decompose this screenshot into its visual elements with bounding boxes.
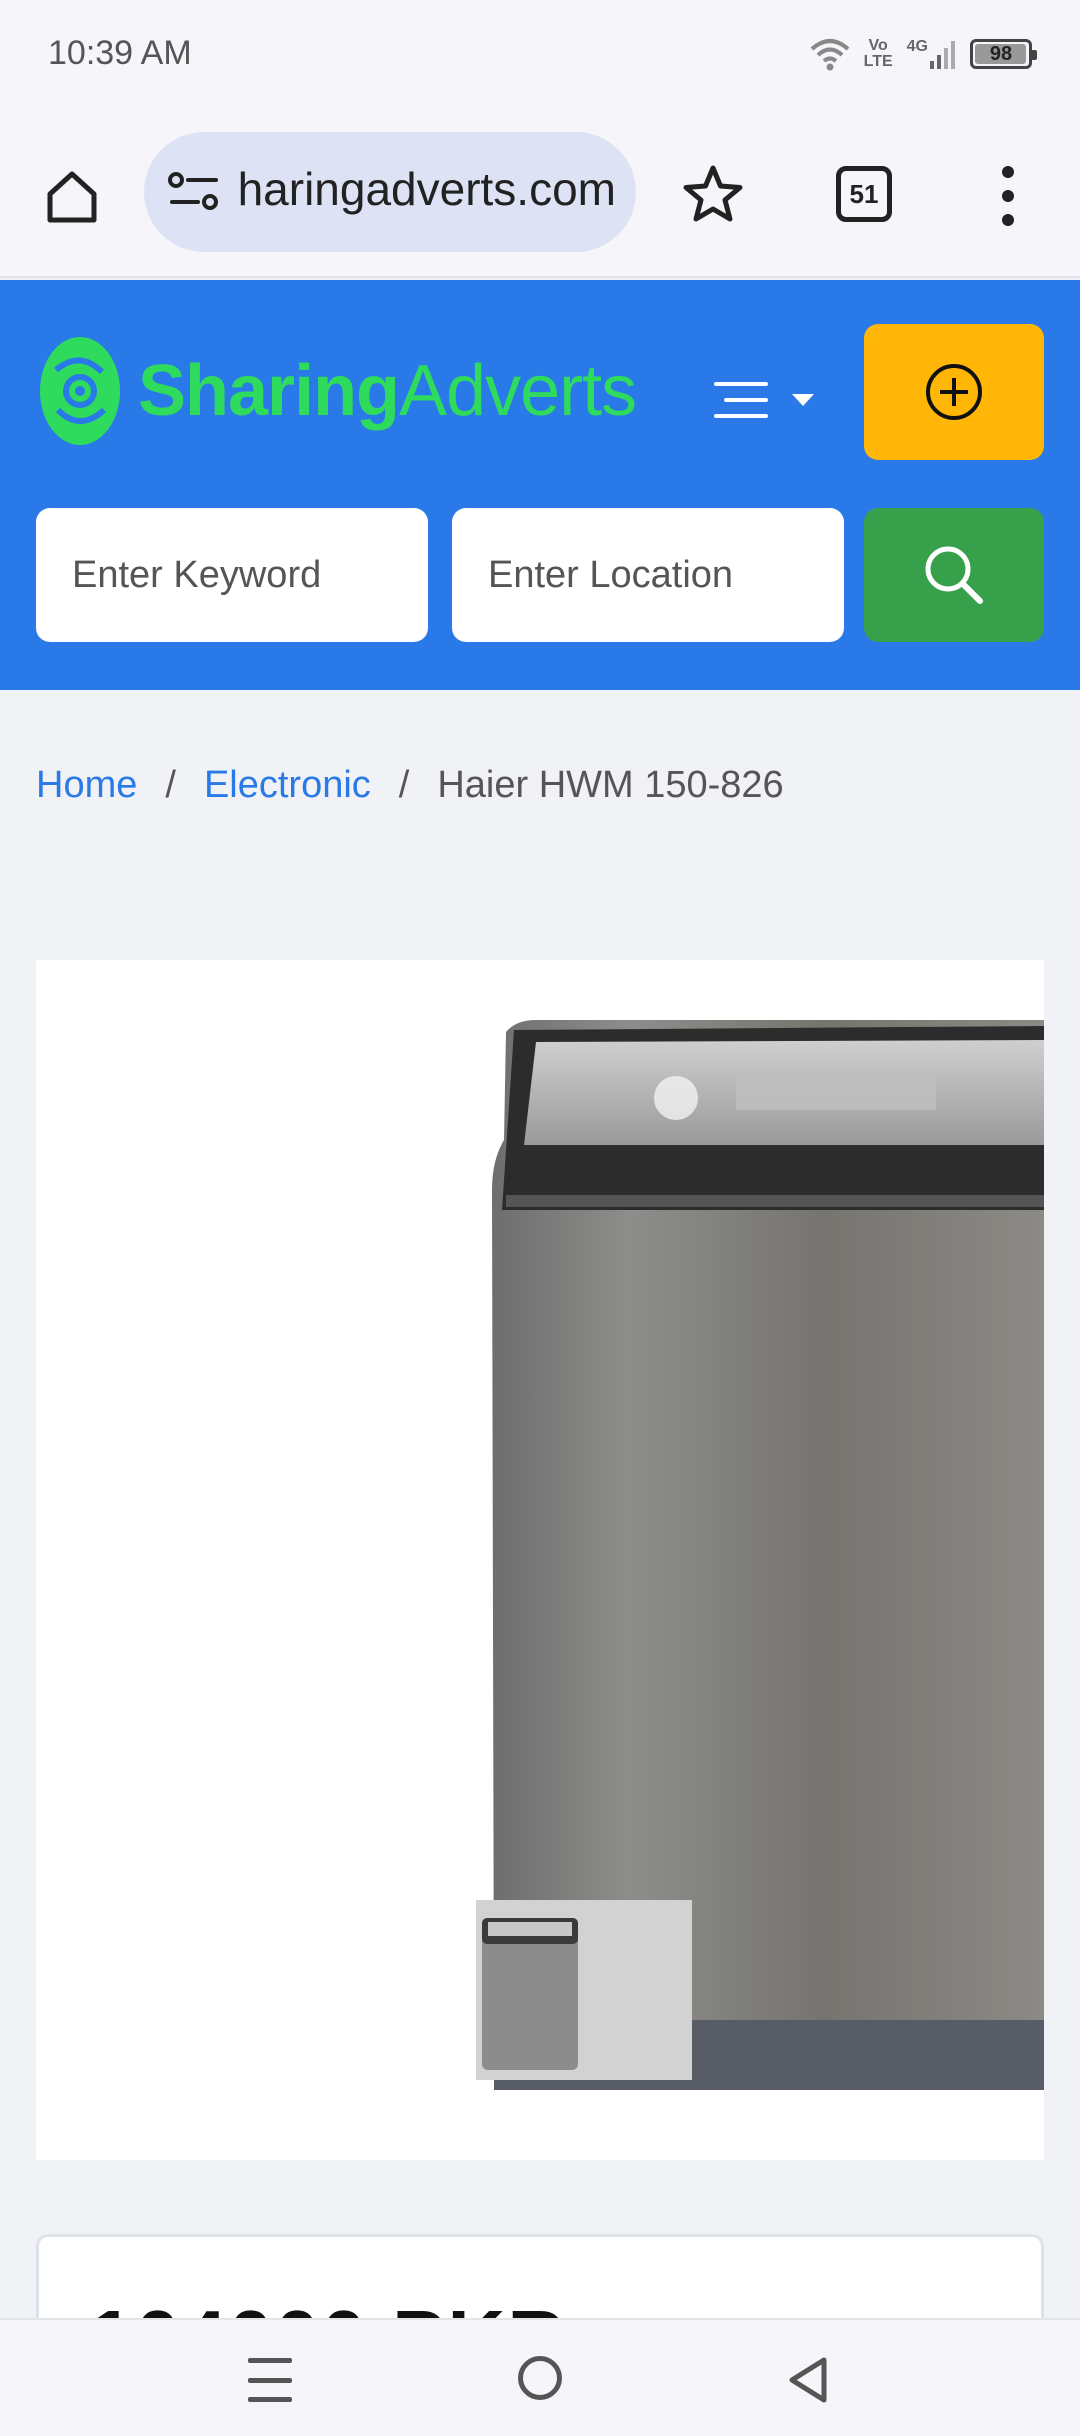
status-icons: Vo LTE 4G 98 [810, 30, 1037, 78]
tab-count: 51 [849, 178, 879, 209]
system-nav-bar [0, 2318, 1080, 2436]
add-post-button[interactable] [864, 324, 1044, 460]
location-placeholder: Enter Location [488, 553, 734, 596]
battery-level: 98 [989, 42, 1013, 65]
add-post-icon [926, 364, 982, 420]
product-gallery[interactable] [36, 960, 1044, 2160]
volte-indicator: Vo LTE [863, 37, 893, 70]
tab-switcher-button[interactable]: 51 [836, 166, 892, 222]
battery-icon: 98 [970, 39, 1037, 69]
logo-mark-icon [40, 337, 120, 445]
breadcrumb-separator: / [165, 764, 176, 806]
signal-icon: 4G [907, 39, 956, 69]
keyword-input[interactable]: Enter Keyword [36, 508, 428, 642]
home-circle-icon[interactable] [518, 2356, 562, 2400]
network-gen: 4G [906, 38, 928, 55]
menu-toggle-icon[interactable] [712, 368, 822, 434]
site-header: SharingAdverts Enter Keyword Enter Locat… [0, 280, 1080, 690]
breadcrumb-separator: / [398, 764, 410, 806]
breadcrumb-category[interactable]: Electronic [204, 764, 371, 807]
breadcrumb: Home / Electronic / Haier HWM 150-826 [36, 764, 784, 807]
gallery-thumbnail[interactable] [476, 1900, 692, 2080]
location-input[interactable]: Enter Location [452, 508, 844, 642]
breadcrumb-home[interactable]: Home [36, 764, 137, 807]
logo-text-bold: Sharing [138, 351, 400, 431]
bookmark-star-icon[interactable] [680, 162, 746, 228]
breadcrumb-current: Haier HWM 150-826 [437, 764, 784, 806]
url-text[interactable]: sharingadverts.com [236, 162, 616, 216]
logo-text: SharingAdverts [138, 355, 637, 427]
browser-home-button[interactable] [36, 160, 108, 232]
search-icon [925, 546, 983, 604]
logo-text-light: Adverts [399, 351, 637, 431]
home-icon [47, 171, 97, 223]
site-logo[interactable]: SharingAdverts [36, 332, 637, 450]
wifi-icon [810, 39, 849, 71]
status-bar: 10:39 AM Vo LTE 4G 98 [0, 0, 1080, 110]
search-button[interactable] [864, 508, 1044, 642]
keyword-placeholder: Enter Keyword [72, 553, 322, 596]
browser-toolbar: sharingadverts.com 51 [0, 110, 1080, 278]
address-bar[interactable]: sharingadverts.com [144, 132, 636, 252]
status-time: 10:39 AM [48, 34, 192, 72]
recents-icon[interactable] [248, 2358, 292, 2402]
site-settings-icon[interactable] [168, 170, 220, 214]
battery-tip [1032, 50, 1037, 60]
more-menu-icon[interactable] [990, 166, 1026, 226]
back-icon[interactable] [786, 2356, 832, 2404]
